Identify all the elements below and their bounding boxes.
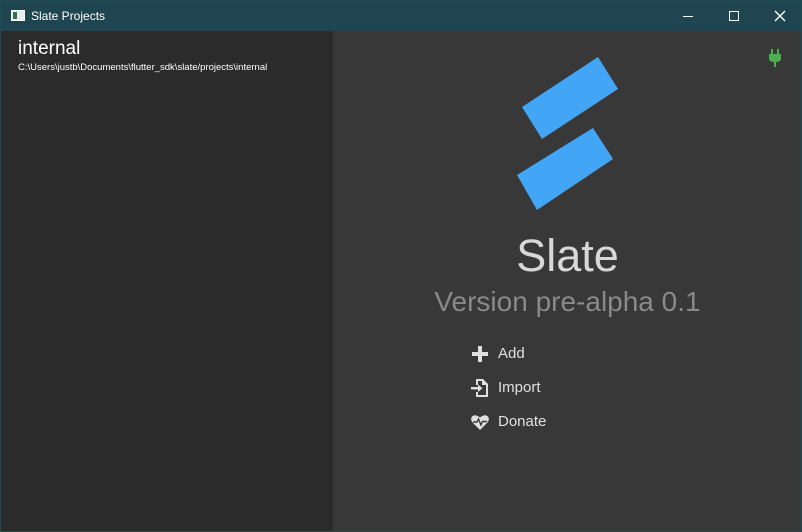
project-list-item[interactable]: internal C:\Users\justb\Documents\flutte… xyxy=(1,31,333,81)
project-name: internal xyxy=(18,38,81,59)
app-icon xyxy=(11,10,25,21)
welcome-panel: Slate Version pre-alpha 0.1 Add Import D… xyxy=(334,31,801,531)
add-button[interactable]: Add xyxy=(470,341,590,367)
app-name: Slate xyxy=(516,230,619,281)
donate-label: Donate xyxy=(498,413,547,430)
window-title: Slate Projects xyxy=(31,9,106,23)
version-label: Version pre-alpha 0.1 xyxy=(434,286,701,317)
maximize-button[interactable] xyxy=(711,1,757,31)
minimize-icon xyxy=(683,16,693,17)
donate-button[interactable]: Donate xyxy=(470,409,590,435)
project-path: C:\Users\justb\Documents\flutter_sdk\sla… xyxy=(18,62,268,73)
add-label: Add xyxy=(498,345,525,362)
plug-icon[interactable] xyxy=(768,49,782,72)
title-bar[interactable]: Slate Projects xyxy=(1,1,801,31)
import-icon xyxy=(471,379,488,397)
slate-logo xyxy=(514,53,624,218)
import-label: Import xyxy=(498,379,541,396)
plus-icon xyxy=(472,346,488,362)
close-icon xyxy=(774,10,786,22)
maximize-icon xyxy=(729,11,739,21)
import-button[interactable]: Import xyxy=(470,375,590,401)
heart-pulse-icon xyxy=(471,415,489,430)
app-window: Slate Projects internal C:\Users\justb\D… xyxy=(0,0,802,532)
project-sidebar: internal C:\Users\justb\Documents\flutte… xyxy=(1,31,333,531)
close-button[interactable] xyxy=(757,1,802,31)
minimize-button[interactable] xyxy=(665,1,711,31)
